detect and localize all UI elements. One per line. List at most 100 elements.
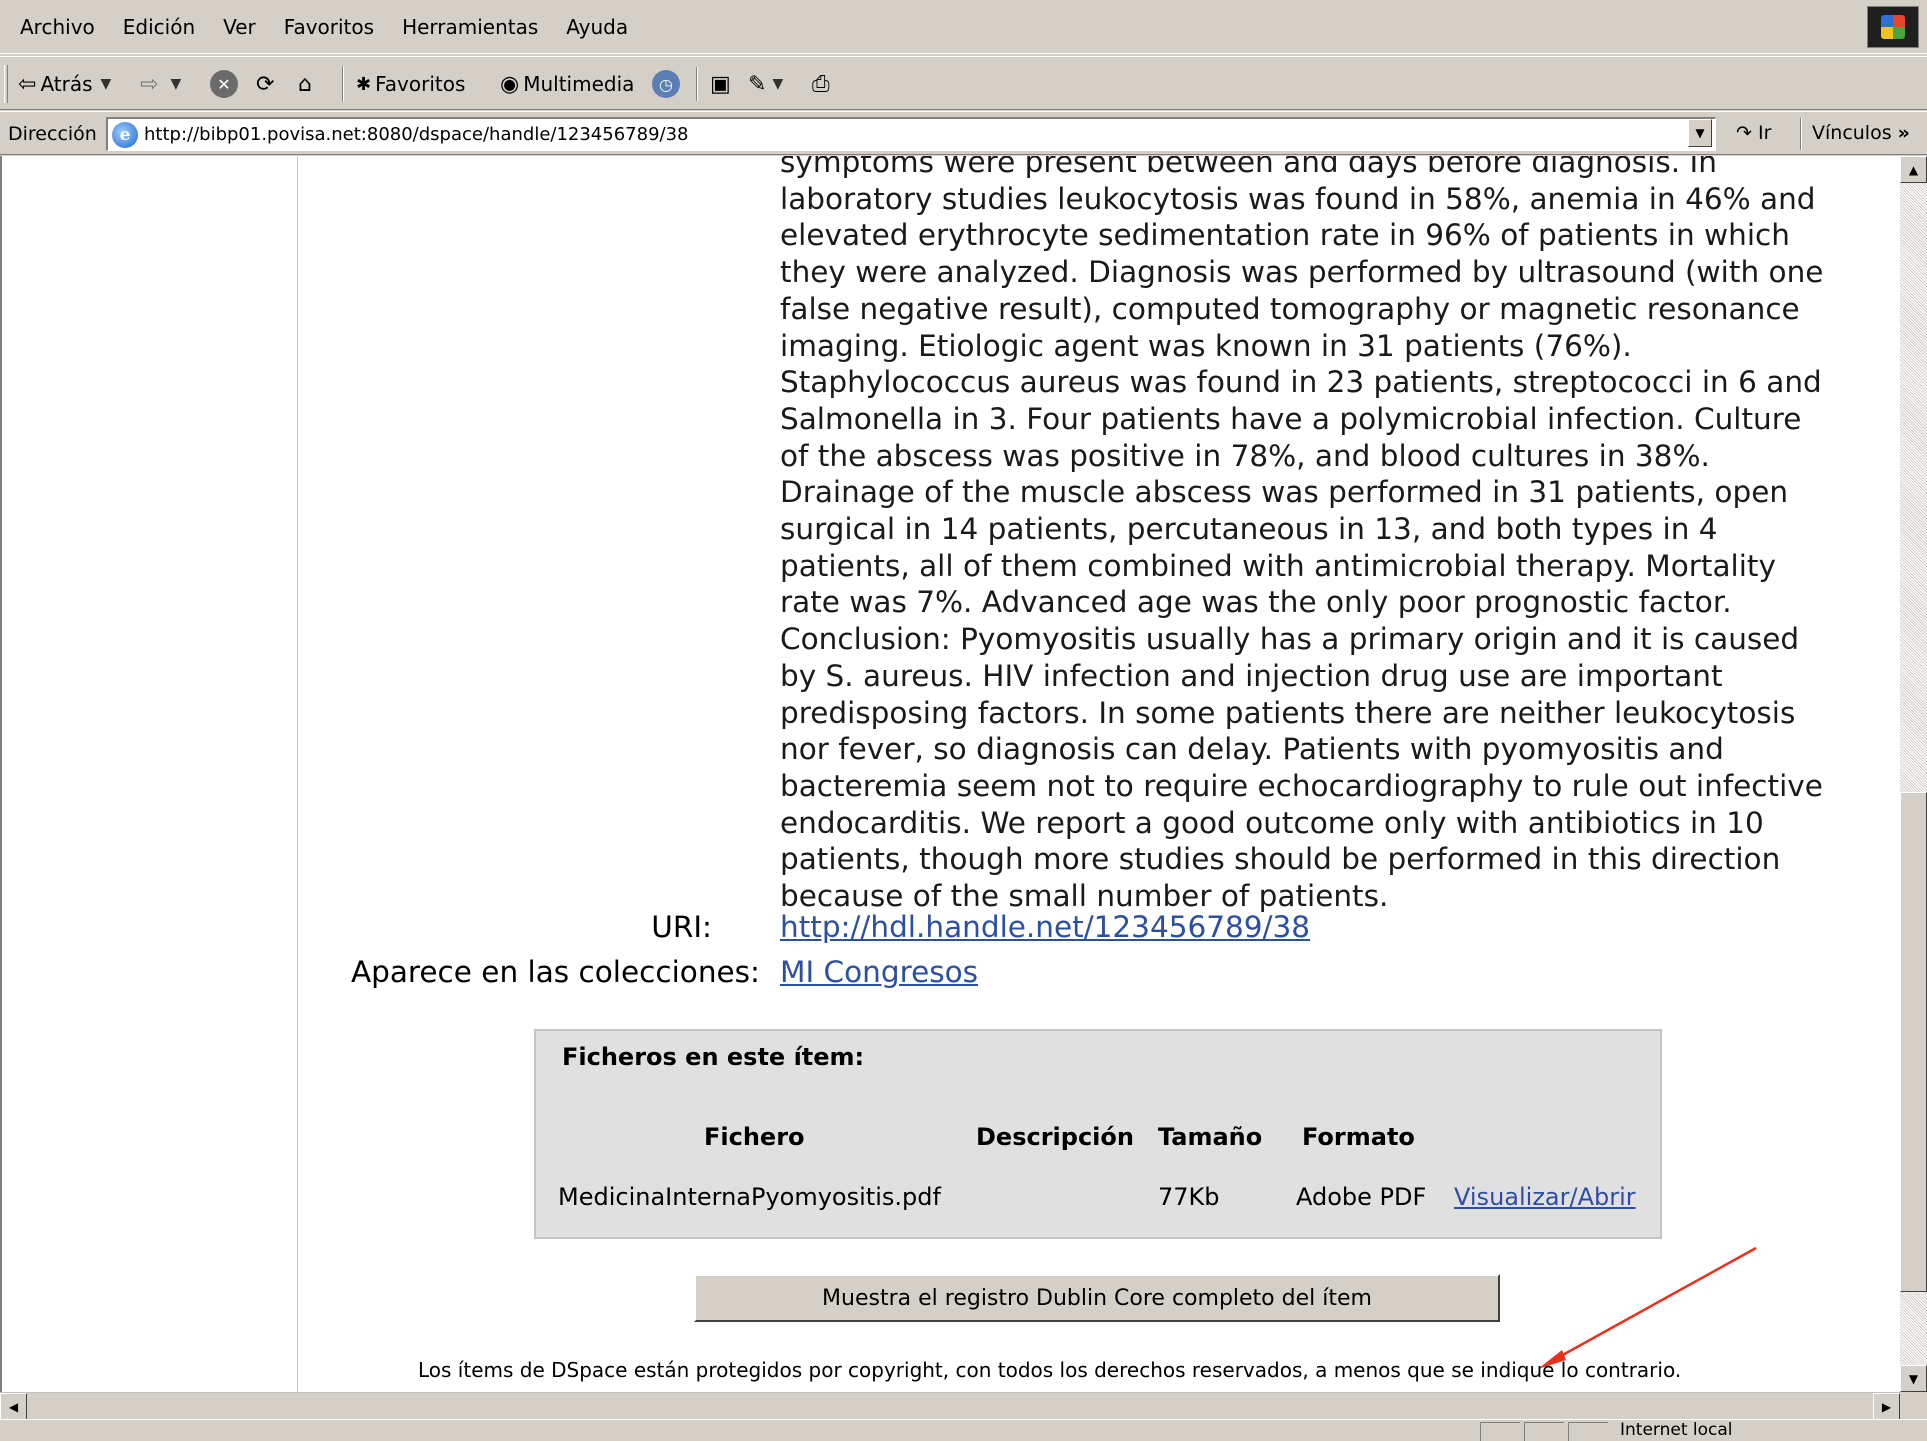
scroll-up-button[interactable]: ▲ (1900, 156, 1927, 183)
home-icon: ⌂ (298, 71, 312, 97)
file-name: MedicinaInternaPyomyositis.pdf (558, 1183, 941, 1211)
mail-button[interactable]: ▣ (710, 65, 735, 103)
status-pane (1524, 1422, 1564, 1441)
menu-archivo[interactable]: Archivo (6, 15, 109, 39)
favorites-button[interactable]: ✱ Favoritos (356, 65, 465, 103)
links-label: Vínculos (1812, 122, 1892, 144)
forward-dropdown-icon[interactable]: ▼ (170, 76, 181, 92)
dublin-core-button[interactable]: Muestra el registro Dublin Core completo… (694, 1274, 1500, 1322)
security-zone-label: Internet local (1620, 1420, 1733, 1440)
forward-arrow-icon: ⇨ (140, 71, 159, 97)
abstract-text: symptoms were present between and days b… (780, 156, 1890, 915)
go-label: Ir (1757, 122, 1772, 144)
home-button[interactable]: ⌂ (298, 65, 316, 103)
back-button[interactable]: ⇦ Atrás ▼ (18, 65, 111, 103)
vertical-scrollbar[interactable]: ▲ ▼ (1900, 156, 1927, 1392)
print-icon: ⎙ (812, 71, 830, 97)
media-label: Multimedia (523, 72, 635, 96)
file-format: Adobe PDF (1296, 1183, 1427, 1211)
left-column (2, 156, 298, 1392)
menu-items: Archivo Edición Ver Favoritos Herramient… (6, 0, 642, 54)
abstract-line: laboratory studies leukocytosis was foun… (780, 181, 1816, 216)
stop-button[interactable]: ✕ (210, 65, 238, 103)
horizontal-scrollbar[interactable]: ◀ ▶ (0, 1392, 1900, 1420)
collections-label: Aparece en las colecciones: (350, 955, 760, 989)
mail-icon: ▣ (710, 71, 731, 97)
column-header-description: Descripción (976, 1123, 1134, 1151)
abstract-line: of the abscess was positive in 78%, and … (780, 438, 1710, 473)
back-dropdown-icon[interactable]: ▼ (101, 76, 112, 92)
status-pane (1480, 1422, 1520, 1441)
history-button[interactable]: ◷ (652, 65, 680, 103)
scroll-left-button[interactable]: ◀ (0, 1393, 27, 1420)
file-size: 77Kb (1158, 1183, 1220, 1211)
abstract-line: patients, though more studies should be … (780, 842, 1781, 877)
refresh-button[interactable]: ⟳ (256, 65, 278, 103)
menu-favoritos[interactable]: Favoritos (270, 15, 388, 39)
back-arrow-icon: ⇦ (18, 71, 37, 97)
print-button[interactable]: ⎙ (812, 65, 834, 103)
abstract-line: Salmonella in 3. Four patients have a po… (780, 401, 1802, 436)
abstract-line: endocarditis. We report a good outcome o… (780, 805, 1764, 840)
ie-page-icon: e (112, 121, 138, 148)
menu-ver[interactable]: Ver (209, 15, 270, 39)
abstract-line: by S. aureus. HIV infection and injectio… (780, 658, 1723, 693)
files-panel: Ficheros en este ítem: Fichero Descripci… (534, 1029, 1662, 1239)
go-button[interactable]: ↷ Ir (1736, 122, 1771, 144)
open-file-link[interactable]: Visualizar/Abrir (1454, 1183, 1636, 1211)
abstract-line: surgical in 14 patients, percutaneous in… (780, 512, 1718, 547)
address-input[interactable]: e http://bibp01.povisa.net:8080/dspace/h… (106, 117, 1716, 151)
scroll-down-button[interactable]: ▼ (1900, 1365, 1927, 1392)
menu-edicion[interactable]: Edición (109, 15, 209, 39)
collections-link[interactable]: MI Congresos (780, 955, 978, 989)
edit-button[interactable]: ✎ ▼ (748, 65, 783, 103)
uri-link[interactable]: http://hdl.handle.net/123456789/38 (780, 910, 1310, 944)
edit-icon: ✎ (748, 71, 767, 97)
scrollbar-corner (1900, 1392, 1927, 1419)
history-icon: ◷ (652, 70, 680, 98)
address-url[interactable]: http://bibp01.povisa.net:8080/dspace/han… (144, 124, 689, 145)
media-icon: ◉ (500, 71, 520, 97)
abstract-line: Staphylococcus aureus was found in 23 pa… (780, 365, 1822, 400)
windows-logo-icon (1867, 6, 1919, 48)
menu-herramientas[interactable]: Herramientas (388, 15, 552, 39)
edit-dropdown-icon[interactable]: ▼ (772, 76, 783, 92)
files-title: Ficheros en este ítem: (562, 1043, 865, 1071)
abstract-line: symptoms were present between and days b… (780, 156, 1717, 179)
chevron-right-icon: » (1897, 122, 1910, 144)
column-header-size: Tamaño (1158, 1123, 1263, 1151)
links-separator (1800, 118, 1802, 150)
links-button[interactable]: Vínculos » (1812, 122, 1910, 144)
favorites-star-icon: ✱ (356, 73, 372, 95)
column-header-format: Formato (1302, 1123, 1415, 1151)
go-arrow-icon: ↷ (1736, 122, 1752, 144)
abstract-line: Conclusion: Pyomyositis usually has a pr… (780, 622, 1800, 657)
abstract-line: they were analyzed. Diagnosis was perfor… (780, 255, 1824, 290)
media-button[interactable]: ◉ Multimedia (500, 65, 634, 103)
toolbar-grip[interactable] (4, 65, 8, 103)
abstract-line: imaging. Etiologic agent was known in 31… (780, 328, 1632, 363)
vertical-scroll-thumb[interactable] (1900, 792, 1927, 1292)
favorites-label: Favoritos (375, 72, 466, 96)
stop-icon: ✕ (210, 70, 238, 98)
annotation-arrow-icon (1538, 1246, 1757, 1369)
scroll-right-button[interactable]: ▶ (1873, 1393, 1900, 1420)
status-bar: Internet local (0, 1419, 1927, 1441)
address-bar: Dirección e http://bibp01.povisa.net:808… (0, 111, 1927, 155)
uri-row: URI: http://hdl.handle.net/123456789/38 (2, 910, 1900, 950)
address-label: Dirección (8, 123, 97, 145)
abstract-line: patients, all of them combined with anti… (780, 548, 1776, 583)
address-dropdown-button[interactable]: ▼ (1688, 119, 1712, 147)
uri-label: URI: (651, 910, 712, 944)
menu-ayuda[interactable]: Ayuda (552, 15, 642, 39)
status-pane (1568, 1422, 1608, 1441)
copyright-note: Los ítems de DSpace están protegidos por… (418, 1358, 1682, 1382)
back-label: Atrás (40, 72, 93, 96)
page-viewport: symptoms were present between and days b… (0, 156, 1900, 1392)
abstract-line: rate was 7%. Advanced age was the only p… (780, 585, 1732, 620)
toolbar-separator (342, 67, 344, 101)
column-header-file: Fichero (704, 1123, 805, 1151)
menu-bar: Archivo Edición Ver Favoritos Herramient… (0, 0, 1927, 54)
abstract-line: elevated erythrocyte sedimentation rate … (780, 218, 1790, 253)
forward-button[interactable]: ⇨ ▼ (140, 65, 181, 103)
